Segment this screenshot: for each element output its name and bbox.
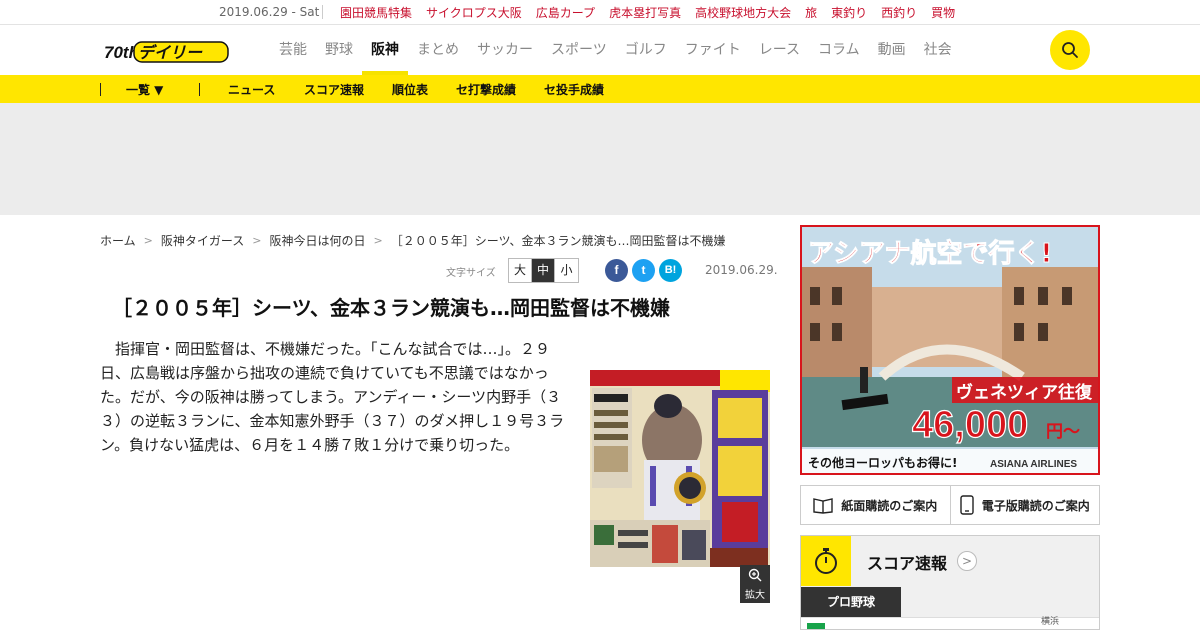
- subnav-item[interactable]: スコア速報: [304, 81, 364, 98]
- nav-item[interactable]: ゴルフ: [616, 25, 676, 75]
- subnav-item[interactable]: セ打撃成績: [456, 81, 516, 98]
- nav-item[interactable]: スポーツ: [542, 25, 616, 75]
- tab-pro-baseball[interactable]: プロ野球: [801, 587, 901, 617]
- nav-item[interactable]: 野球: [316, 25, 362, 75]
- subscribe-buttons: 紙面購読のご案内 電子版購読のご案内: [800, 485, 1100, 525]
- paper-subscribe-button[interactable]: 紙面購読のご案内: [801, 486, 951, 524]
- ad-graphic: アシアナ航空で行く! ヴェネツィア往復 46,000 円～ その他ヨーロッパもお…: [802, 227, 1098, 473]
- score-row[interactable]: 横浜: [801, 617, 1099, 629]
- book-icon: [813, 498, 833, 514]
- nav-item[interactable]: サッカー: [468, 25, 542, 75]
- svg-text:デイリー: デイリー: [138, 43, 203, 62]
- font-size-large-button[interactable]: 大: [509, 259, 532, 282]
- svg-text:円～: 円～: [1046, 422, 1080, 442]
- top-link[interactable]: サイクロプス大阪: [426, 4, 522, 21]
- chevron-right-icon[interactable]: >: [957, 551, 977, 571]
- team-color-badge: [807, 623, 825, 629]
- article-body: 指揮官・岡田監督は、不機嫌だった。「こんな試合では…」。２９日、広島戦は序盤から…: [100, 340, 565, 454]
- nav-item[interactable]: 芸能: [270, 25, 316, 75]
- divider: [322, 5, 323, 19]
- breadcrumb: ホーム > 阪神タイガース > 阪神今日は何の日 > ［２００５年］シーツ、金本…: [100, 232, 726, 249]
- nav-item[interactable]: ファイト: [676, 25, 750, 75]
- svg-text:アシアナ航空で行く!: アシアナ航空で行く!: [808, 238, 1052, 269]
- nav-item[interactable]: コラム: [809, 25, 869, 75]
- hatena-bookmark-button[interactable]: B!: [659, 259, 682, 282]
- font-size-label: 文字サイズ: [446, 268, 496, 279]
- top-link[interactable]: 旅: [805, 4, 817, 21]
- newspaper-graphic: [590, 370, 770, 567]
- chevron-right-icon: >: [373, 234, 383, 247]
- stopwatch-icon: [815, 548, 837, 574]
- sidebar-advertisement[interactable]: アシアナ航空で行く! ヴェネツィア往復 46,000 円～ その他ヨーロッパもお…: [800, 225, 1100, 475]
- search-button[interactable]: [1050, 30, 1090, 70]
- score-title[interactable]: スコア速報: [867, 550, 947, 574]
- sub-nav: 一覧 ▼ ニュース スコア速報 順位表 セ打撃成績 セ投手成績: [0, 75, 1200, 103]
- subnav-item[interactable]: セ投手成績: [544, 81, 604, 98]
- zoom-label: 拡大: [745, 590, 765, 601]
- twitter-share-button[interactable]: t: [632, 259, 655, 282]
- newspaper-front-page-image[interactable]: [590, 370, 770, 567]
- font-size-small-button[interactable]: 小: [555, 259, 578, 282]
- top-link[interactable]: 虎本塁打写真: [609, 4, 681, 21]
- paper-subscribe-label: 紙面購読のご案内: [841, 498, 938, 513]
- subnav-item[interactable]: 順位表: [392, 81, 428, 98]
- score-panel: スコア速報 > プロ野球 横浜: [800, 535, 1100, 630]
- top-links: 園田競馬特集 サイクロプス大阪 広島カープ 虎本塁打写真 高校野球地方大会 旅 …: [340, 4, 969, 21]
- svg-text:46,000: 46,000: [912, 404, 1028, 446]
- svg-text:ASIANA AIRLINES: ASIANA AIRLINES: [990, 459, 1077, 470]
- search-icon: [1062, 42, 1078, 58]
- top-link[interactable]: 広島カープ: [536, 4, 595, 21]
- top-link[interactable]: 買物: [931, 4, 955, 21]
- divider: [199, 83, 200, 96]
- publish-date: 2019.06.29.: [705, 263, 778, 277]
- logo-graphic: 70th デイリー: [104, 41, 229, 63]
- list-dropdown[interactable]: 一覧 ▼: [126, 81, 163, 98]
- score-icon-tab: [801, 536, 851, 586]
- top-link[interactable]: 東釣り: [831, 4, 867, 21]
- zoom-in-icon: [748, 568, 762, 582]
- breadcrumb-current: ［２００５年］シーツ、金本３ラン競演も…岡田監督は不機嫌: [390, 234, 726, 248]
- subnav-item[interactable]: ニュース: [228, 81, 275, 98]
- font-size-selector: 大 中 小: [508, 258, 579, 283]
- ad-banner-area: [0, 103, 1200, 215]
- facebook-share-button[interactable]: f: [605, 259, 628, 282]
- nav-item-active[interactable]: 阪神: [362, 25, 408, 75]
- team-label: 横浜: [1041, 617, 1060, 627]
- site-header: 70th デイリー 芸能 野球 阪神 まとめ サッカー スポーツ ゴルフ ファイ…: [0, 25, 1200, 75]
- digital-subscribe-label: 電子版購読のご案内: [981, 498, 1090, 513]
- nav-item[interactable]: レース: [750, 25, 809, 75]
- top-utility-bar: 2019.06.29 - Sat 園田競馬特集 サイクロプス大阪 広島カープ 虎…: [0, 0, 1200, 25]
- svg-text:ヴェネツィア往復: ヴェネツィア往復: [956, 382, 1093, 403]
- main-nav: 芸能 野球 阪神 まとめ サッカー スポーツ ゴルフ ファイト レース コラム …: [270, 25, 961, 75]
- breadcrumb-link[interactable]: 阪神タイガース: [161, 232, 244, 249]
- breadcrumb-link[interactable]: ホーム: [100, 232, 136, 249]
- nav-item[interactable]: まとめ: [408, 25, 468, 75]
- top-link[interactable]: 高校野球地方大会: [695, 4, 791, 21]
- top-link[interactable]: 園田競馬特集: [340, 4, 412, 21]
- font-size-medium-button[interactable]: 中: [532, 259, 555, 282]
- site-logo[interactable]: 70th デイリー: [104, 38, 234, 64]
- nav-item[interactable]: 動画: [869, 25, 915, 75]
- digital-subscribe-button[interactable]: 電子版購読のご案内: [951, 486, 1100, 524]
- zoom-button[interactable]: 拡大: [740, 565, 770, 603]
- breadcrumb-link[interactable]: 阪神今日は何の日: [269, 232, 365, 249]
- top-link[interactable]: 西釣り: [881, 4, 917, 21]
- current-date: 2019.06.29 - Sat: [219, 5, 320, 19]
- divider: [100, 83, 101, 96]
- svg-text:その他ヨーロッパもお得に!: その他ヨーロッパもお得に!: [808, 455, 957, 470]
- article-headline: ［２００５年］シーツ、金本３ラン競演も…岡田監督は不機嫌: [112, 296, 670, 320]
- chevron-right-icon: >: [143, 234, 153, 247]
- smartphone-icon: [960, 495, 974, 515]
- nav-item[interactable]: 社会: [915, 25, 961, 75]
- chevron-right-icon: >: [252, 234, 262, 247]
